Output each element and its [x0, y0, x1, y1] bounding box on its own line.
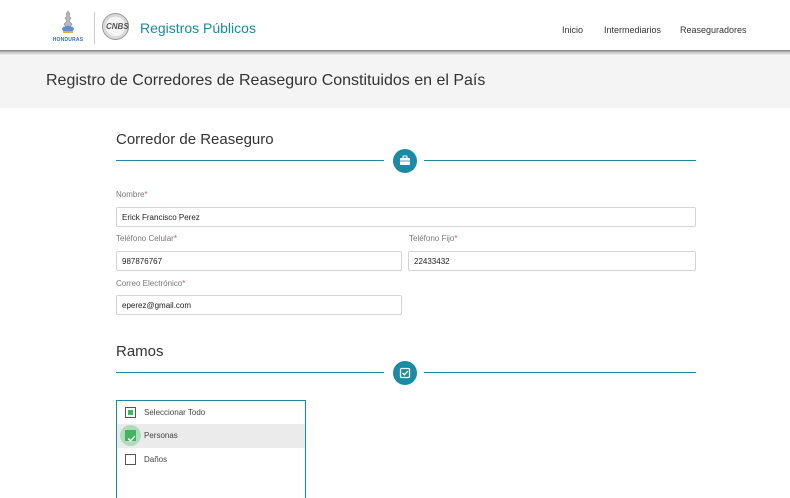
personas-label: Personas	[144, 431, 178, 440]
ramo-seleccionar-todo[interactable]: Seleccionar Todo	[117, 401, 305, 425]
telefono-celular-input[interactable]	[116, 251, 402, 271]
ramos-section-title: Ramos	[116, 343, 164, 360]
check-icon	[127, 435, 136, 442]
corredor-divider-left	[116, 160, 384, 161]
ramos-divider-left	[116, 372, 384, 373]
ramos-list[interactable]: Seleccionar Todo Personas Daños	[116, 400, 306, 498]
corredor-divider-right	[424, 160, 696, 161]
personas-checkbox[interactable]	[125, 430, 136, 442]
telefono-fijo-input[interactable]	[408, 251, 696, 271]
cnbs-logo-text: CNBS	[106, 22, 129, 31]
danos-checkbox[interactable]	[125, 454, 136, 465]
nav-reaseguradores[interactable]: Reaseguradores	[680, 25, 747, 35]
correo-label-text: Correo Electrónico	[116, 279, 183, 288]
honduras-logo-text: HONDURAS	[52, 37, 84, 43]
nombre-label-text: Nombre	[116, 190, 145, 199]
check-square-icon	[393, 361, 417, 385]
logo-separator	[94, 12, 95, 44]
coat-of-arms-icon	[62, 10, 74, 33]
page-banner: Registro de Corredores de Reaseguro Cons…	[0, 56, 790, 108]
telefono-fijo-label: Teléfono Fijo*	[409, 234, 457, 243]
nombre-label: Nombre*	[116, 190, 148, 199]
nav-intermediarios[interactable]: Intermediarios	[604, 25, 661, 35]
ramos-divider-right	[424, 372, 696, 373]
correo-label: Correo Electrónico*	[116, 279, 185, 288]
telefono-fijo-label-text: Teléfono Fijo	[409, 234, 455, 243]
telefono-fijo-required-mark: *	[454, 234, 458, 243]
cnbs-logo[interactable]: CNBS	[102, 13, 129, 40]
ramo-danos[interactable]: Daños	[117, 448, 305, 472]
telefono-celular-label-text: Teléfono Celular	[116, 234, 174, 243]
telefono-celular-required-mark: *	[173, 234, 177, 243]
nombre-input[interactable]	[116, 207, 696, 227]
top-header: HONDURAS CNBS Registros Públicos Inicio …	[0, 0, 790, 52]
correo-input[interactable]	[116, 295, 402, 315]
nav-inicio[interactable]: Inicio	[562, 25, 583, 35]
seleccionar-todo-label: Seleccionar Todo	[144, 408, 206, 417]
danos-label: Daños	[144, 455, 168, 464]
nombre-required-mark: *	[144, 190, 148, 199]
page-title: Registro de Corredores de Reaseguro Cons…	[46, 72, 486, 89]
ramo-personas[interactable]: Personas	[117, 424, 305, 448]
telefono-celular-label: Teléfono Celular*	[116, 234, 177, 243]
correo-required-mark: *	[182, 279, 186, 288]
corredor-section-title: Corredor de Reaseguro	[116, 131, 274, 148]
briefcase-icon	[393, 149, 417, 173]
honduras-logo[interactable]: HONDURAS	[46, 10, 90, 46]
seleccionar-todo-checkbox[interactable]	[125, 407, 136, 418]
app-title[interactable]: Registros Públicos	[140, 20, 256, 36]
